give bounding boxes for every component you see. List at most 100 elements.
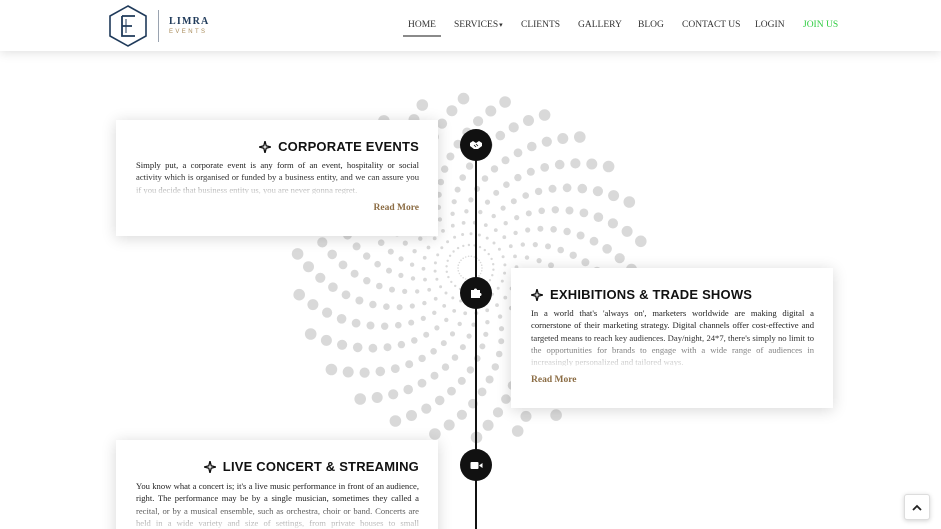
decor-dot [557,133,569,144]
nav-home[interactable]: HOME [403,19,441,37]
decor-dot [327,249,338,260]
decor-dot [444,317,449,323]
decor-dot [485,375,494,384]
decor-dot [450,211,455,216]
decor-dot [623,196,636,208]
decor-dot [525,227,531,233]
decor-dot [366,321,375,330]
decor-dot [338,260,348,270]
decor-dot [481,175,489,182]
decor-dot [436,118,448,129]
decor-dot [490,165,499,173]
decor-dot [635,235,647,248]
decor-dot [429,428,441,440]
decor-dot [291,248,304,260]
decor-dot [538,109,551,121]
decor-dot [437,178,445,186]
decor-dot [551,206,559,214]
decor-dot [490,257,493,261]
decor-dot [607,218,619,229]
nav-gallery[interactable]: GALLERY [578,19,622,31]
decor-dot [491,213,496,219]
decor-dot [341,290,351,300]
decor-dot [459,344,466,351]
decor-dot [450,223,455,228]
decor-dot [453,235,457,239]
decor-dot [433,296,438,301]
card-title-text: EXHIBITIONS & TRADE SHOWS [550,287,753,302]
decor-dot [466,333,472,339]
decor-dot [522,192,529,199]
timeline-card-exhibitions: EXHIBITIONS & TRADE SHOWS In a world tha… [511,268,833,408]
decor-dot [398,256,404,262]
decor-dot [409,262,415,267]
nav-contact[interactable]: CONTACT US [682,19,740,31]
decor-dot [452,250,455,253]
decor-dot [457,376,466,385]
decor-dot [377,239,385,246]
decor-dot [466,366,475,374]
read-more-link[interactable]: Read More [374,203,419,213]
decor-dot [463,311,468,316]
decor-dot [446,240,450,244]
decor-dot [427,287,432,292]
decor-dot [307,299,319,311]
decor-dot [439,285,443,289]
sparkle-icon [259,140,272,153]
decor-dot [418,354,426,363]
decor-dot [581,258,590,267]
handshake-icon [460,129,492,161]
decor-dot [477,233,481,237]
decor-dot [477,387,487,397]
decor-dot [336,314,347,324]
decor-dot [457,321,462,327]
decor-dot [421,403,432,414]
decor-dot [503,221,508,226]
decor-dot [376,282,383,290]
decor-dot [538,207,545,215]
decor-dot [430,371,439,380]
decor-dot [514,215,520,221]
decor-dot [456,246,460,250]
decor-dot [412,249,417,254]
decor-dot [389,415,402,427]
decor-dot [579,208,589,218]
decor-dot [550,226,557,233]
decor-dot [436,253,440,257]
decor-dot [514,173,522,182]
decor-dot [602,244,612,254]
decor-dot [415,289,420,294]
decor-dot [532,242,538,248]
decor-dot [445,265,448,268]
nav-join[interactable]: JOIN US [803,19,838,31]
nav-clients[interactable]: CLIENTS [521,19,560,31]
decor-dot [432,310,437,315]
decor-dot [478,245,482,249]
decor-dot [375,366,386,377]
timeline-card-concert: LIVE CONCERT & STREAMING You know what a… [116,440,438,529]
read-more-link[interactable]: Read More [531,375,576,385]
decor-dot [525,210,532,217]
decor-dot [577,183,588,194]
nav-login[interactable]: LOGIN [755,19,785,31]
decor-dot [451,296,455,300]
decor-dot [484,199,491,205]
decor-dot [422,300,427,306]
nav-services[interactable]: SERVICES▾ [454,19,503,31]
decor-dot [478,209,483,215]
decor-dot [325,363,338,376]
decor-dot [483,248,486,252]
decor-dot [602,160,615,173]
back-to-top-button[interactable] [904,494,930,520]
decor-dot [485,308,490,313]
decor-dot [397,340,406,349]
decor-dot [446,152,455,161]
decor-dot [405,360,414,369]
decor-dot [315,272,326,283]
decor-dot [479,272,482,275]
sparkle-icon [531,288,543,301]
decor-dot [469,232,473,236]
decor-dot [417,378,427,388]
decor-dot [416,99,429,111]
nav-blog[interactable]: BLOG [638,19,664,31]
